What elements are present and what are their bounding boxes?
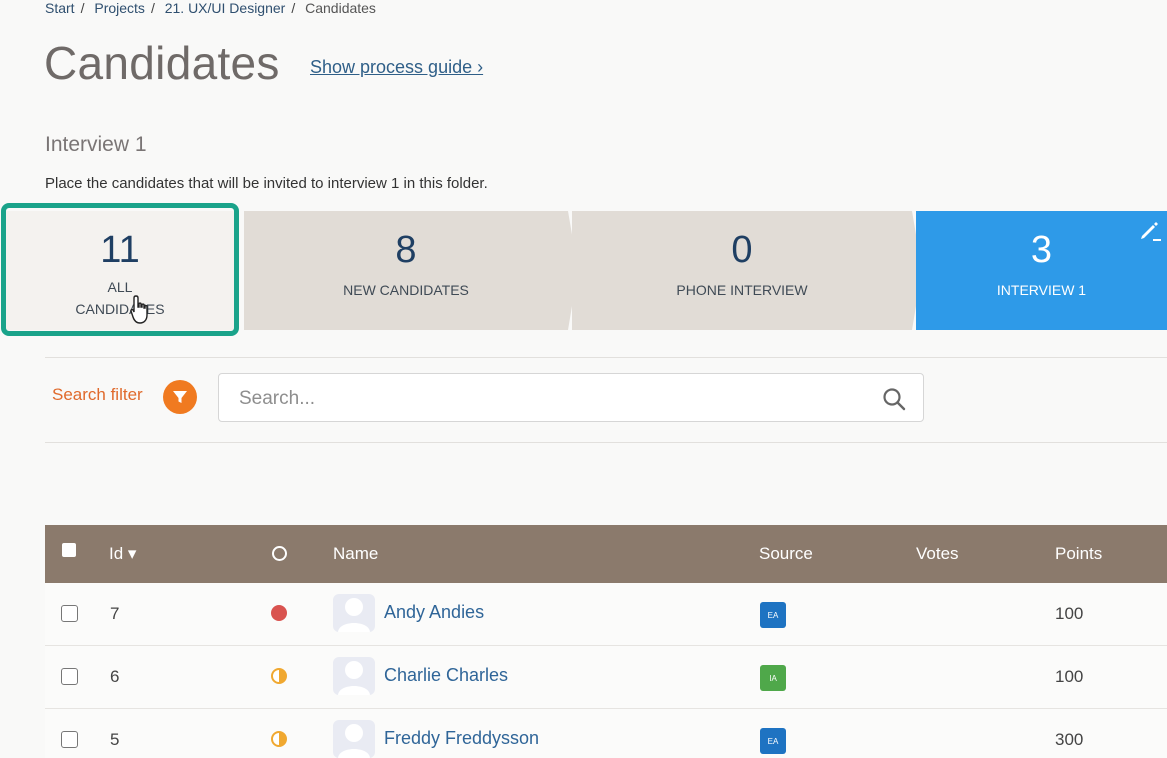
folder-count: 0 [731, 229, 753, 271]
table-header: Id ▾ Name Source Votes Points [45, 525, 1167, 583]
status-half-icon [271, 668, 287, 684]
breadcrumb-separator: / [150, 0, 155, 16]
row-points: 100 [1055, 667, 1084, 686]
folder-description: Place the candidates that will be invite… [45, 175, 488, 192]
pencil-icon[interactable] [1139, 219, 1161, 241]
avatar [333, 720, 375, 758]
column-header-name[interactable]: Name [333, 544, 378, 564]
show-process-guide-link[interactable]: Show process guide › [310, 57, 483, 78]
column-header-points[interactable]: Points [1055, 544, 1102, 564]
search-input[interactable] [239, 386, 859, 412]
folder-count: 8 [395, 229, 417, 271]
row-id: 6 [110, 667, 120, 686]
search-box [218, 373, 924, 422]
breadcrumb: Start / Projects / 21. UX/UI Designer / Can… [45, 0, 382, 16]
row-checkbox[interactable] [61, 668, 78, 685]
row-points: 300 [1055, 730, 1084, 749]
source-badge: EA [760, 728, 786, 754]
breadcrumb-current: Candidates [305, 0, 376, 16]
source-badge: EA [760, 602, 786, 628]
breadcrumb-projects[interactable]: Projects [94, 0, 145, 16]
select-all-checkbox[interactable] [62, 543, 76, 557]
avatar [333, 594, 375, 632]
candidate-name-link[interactable]: Charlie Charles [384, 665, 508, 686]
source-badge: IA [760, 665, 786, 691]
page-title: Candidates [44, 37, 280, 89]
selection-highlight [1, 203, 239, 336]
status-column-icon [272, 546, 287, 561]
status-half-icon [271, 731, 287, 747]
row-checkbox[interactable] [61, 731, 78, 748]
filter-icon[interactable] [163, 380, 197, 414]
table-row[interactable]: 6 Charlie Charles IA 100 [45, 646, 1167, 709]
breadcrumb-project[interactable]: 21. UX/UI Designer [165, 0, 286, 16]
table-row[interactable]: 7 Andy Andies EA 100 [45, 583, 1167, 646]
folder-phone-interview[interactable]: 0 PHONE INTERVIEW [572, 211, 912, 330]
row-checkbox[interactable] [61, 605, 78, 622]
avatar [333, 657, 375, 695]
folder-interview-1[interactable]: 3 INTERVIEW 1 [916, 211, 1167, 330]
row-points: 100 [1055, 604, 1084, 623]
candidate-name-link[interactable]: Andy Andies [384, 602, 484, 623]
hand-pointer-icon [130, 295, 148, 324]
status-dot-icon [271, 605, 287, 621]
column-header-source[interactable]: Source [759, 544, 813, 564]
column-header-votes[interactable]: Votes [916, 544, 959, 564]
search-icon[interactable] [881, 386, 907, 412]
folder-label: INTERVIEW 1 [996, 282, 1087, 298]
folder-count: 3 [1030, 229, 1053, 271]
row-id: 5 [110, 730, 120, 749]
table-row[interactable]: 5 Freddy Freddysson EA 300 [45, 709, 1167, 758]
breadcrumb-separator: / [80, 0, 85, 16]
folder-label: NEW CANDIDATES [343, 282, 469, 298]
folder-label: PHONE INTERVIEW [676, 282, 808, 298]
row-id: 7 [110, 604, 120, 623]
divider [45, 357, 1167, 358]
breadcrumb-separator: / [291, 0, 296, 16]
divider [45, 442, 1167, 443]
folder-title: Interview 1 [45, 133, 147, 156]
search-filter-label[interactable]: Search filter [52, 385, 143, 405]
column-header-id[interactable]: Id ▾ [109, 544, 136, 564]
candidate-name-link[interactable]: Freddy Freddysson [384, 728, 539, 749]
folder-new-candidates[interactable]: 8 NEW CANDIDATES [244, 211, 568, 330]
breadcrumb-start[interactable]: Start [45, 0, 75, 16]
